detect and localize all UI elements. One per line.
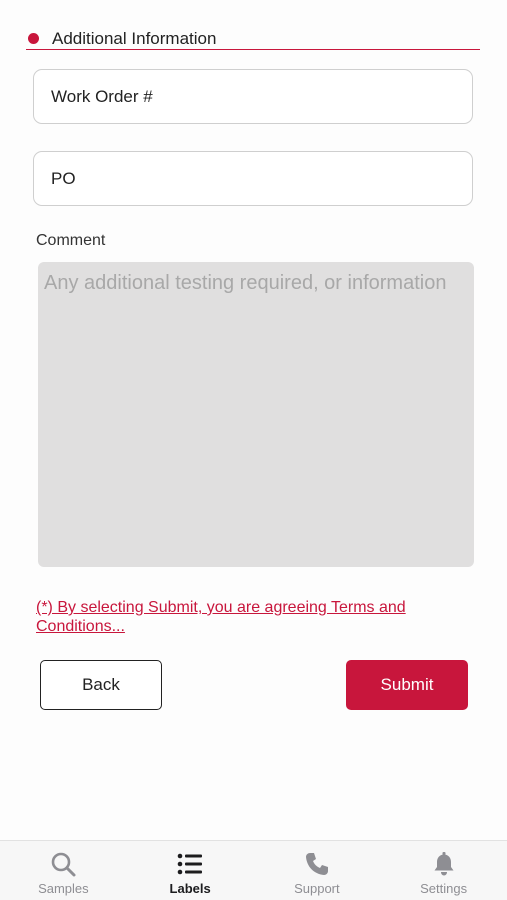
screen: Additional Information Work Order # PO C… <box>0 0 507 900</box>
bell-icon <box>434 852 454 876</box>
tab-labels[interactable]: Labels <box>127 841 254 900</box>
tab-samples[interactable]: Samples <box>0 841 127 900</box>
phone-icon <box>305 853 328 875</box>
tab-support[interactable]: Support <box>254 841 381 900</box>
tab-settings[interactable]: Settings <box>380 841 507 900</box>
terms-link[interactable]: (*) By selecting Submit, you are agreein… <box>36 598 456 636</box>
comment-label: Comment <box>36 232 106 249</box>
work-order-field[interactable]: Work Order # <box>33 69 473 124</box>
section-header: Additional Information <box>26 26 480 50</box>
section-dot-icon <box>28 33 39 44</box>
comment-textarea[interactable]: Any additional testing required, or info… <box>38 262 474 567</box>
submit-button[interactable]: Submit <box>346 660 468 710</box>
back-button[interactable]: Back <box>40 660 162 710</box>
tab-bar: Samples Labels Support Settings <box>0 840 507 900</box>
tab-label: Labels <box>169 881 211 896</box>
tab-label: Support <box>294 881 340 896</box>
list-icon <box>177 853 203 875</box>
tab-label: Settings <box>420 881 468 896</box>
section-title: Additional Information <box>52 29 217 48</box>
search-icon <box>52 852 76 877</box>
tab-label: Samples <box>38 881 89 896</box>
po-field[interactable]: PO <box>33 151 473 206</box>
